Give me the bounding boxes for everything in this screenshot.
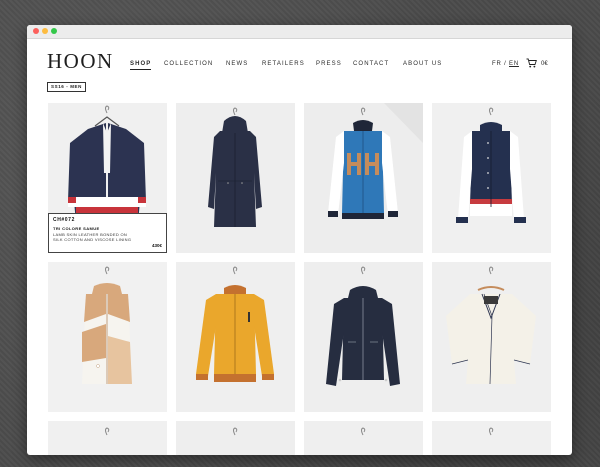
- nav-item-news[interactable]: NEWS: [226, 60, 248, 68]
- browser-window: HOON SHOP COLLECTION NEWS RETAILERS PRES…: [27, 25, 572, 455]
- product-price: 430€: [151, 243, 162, 248]
- nav-item-shop[interactable]: SHOP: [130, 60, 152, 70]
- product-image-navy-leather-jacket: [304, 262, 423, 412]
- nav-item-press[interactable]: PRESS: [316, 60, 342, 68]
- minimize-window-button[interactable]: [42, 28, 48, 34]
- product-grid: CH#072 TRI COLORE SAMUE LAMB SKIN LEATHE…: [48, 103, 551, 455]
- product-tile[interactable]: [304, 103, 423, 253]
- language-switcher: FR / EN: [492, 60, 519, 68]
- close-window-button[interactable]: [33, 28, 39, 34]
- product-image-partial: [304, 421, 423, 455]
- product-image-partial: [176, 421, 295, 455]
- product-tile[interactable]: [176, 103, 295, 253]
- product-image-blue-varsity: [304, 103, 423, 253]
- lang-separator: /: [504, 61, 507, 67]
- season-filter-badge[interactable]: SS16 - MEN: [47, 82, 87, 92]
- product-tile[interactable]: [176, 262, 295, 412]
- product-tile[interactable]: [432, 103, 551, 253]
- product-code: CH#072: [53, 217, 75, 223]
- lang-en-link[interactable]: EN: [509, 61, 519, 67]
- nav-item-retailers[interactable]: RETAILERS: [262, 60, 305, 68]
- shopping-cart-icon[interactable]: [526, 58, 537, 68]
- maximize-window-button[interactable]: [51, 28, 57, 34]
- cart-total[interactable]: 0€: [541, 60, 548, 68]
- product-image-partial: [48, 421, 167, 455]
- product-tile[interactable]: [432, 421, 551, 455]
- nav-item-collection[interactable]: COLLECTION: [164, 60, 213, 68]
- product-tile[interactable]: [304, 421, 423, 455]
- product-tile[interactable]: CH#072 TRI COLORE SAMUE LAMB SKIN LEATHE…: [48, 103, 167, 253]
- product-tile[interactable]: [48, 262, 167, 412]
- product-image-yellow-bomber: [176, 262, 295, 412]
- window-titlebar: [27, 25, 572, 39]
- product-image-tan-vest: [48, 262, 167, 412]
- product-tile[interactable]: [432, 262, 551, 412]
- product-image-white-kimono-jacket: [432, 262, 551, 412]
- brand-logo[interactable]: HOON: [47, 51, 114, 72]
- product-tile[interactable]: [176, 421, 295, 455]
- nav-item-about-us[interactable]: ABOUT US: [403, 60, 442, 68]
- product-name: TRI COLORE SAMUE: [53, 226, 100, 231]
- nav-item-contact[interactable]: CONTACT: [353, 60, 389, 68]
- product-tile[interactable]: [48, 421, 167, 455]
- product-info-card[interactable]: CH#072 TRI COLORE SAMUE LAMB SKIN LEATHE…: [48, 213, 167, 253]
- product-tile[interactable]: [304, 262, 423, 412]
- product-image-navy-parka: [176, 103, 295, 253]
- lang-fr-link[interactable]: FR: [492, 61, 502, 67]
- product-description: LAMB SKIN LEATHER BONDED ON SILK COTTON …: [53, 232, 132, 242]
- product-image-navy-red-varsity: [432, 103, 551, 253]
- product-image-partial: [432, 421, 551, 455]
